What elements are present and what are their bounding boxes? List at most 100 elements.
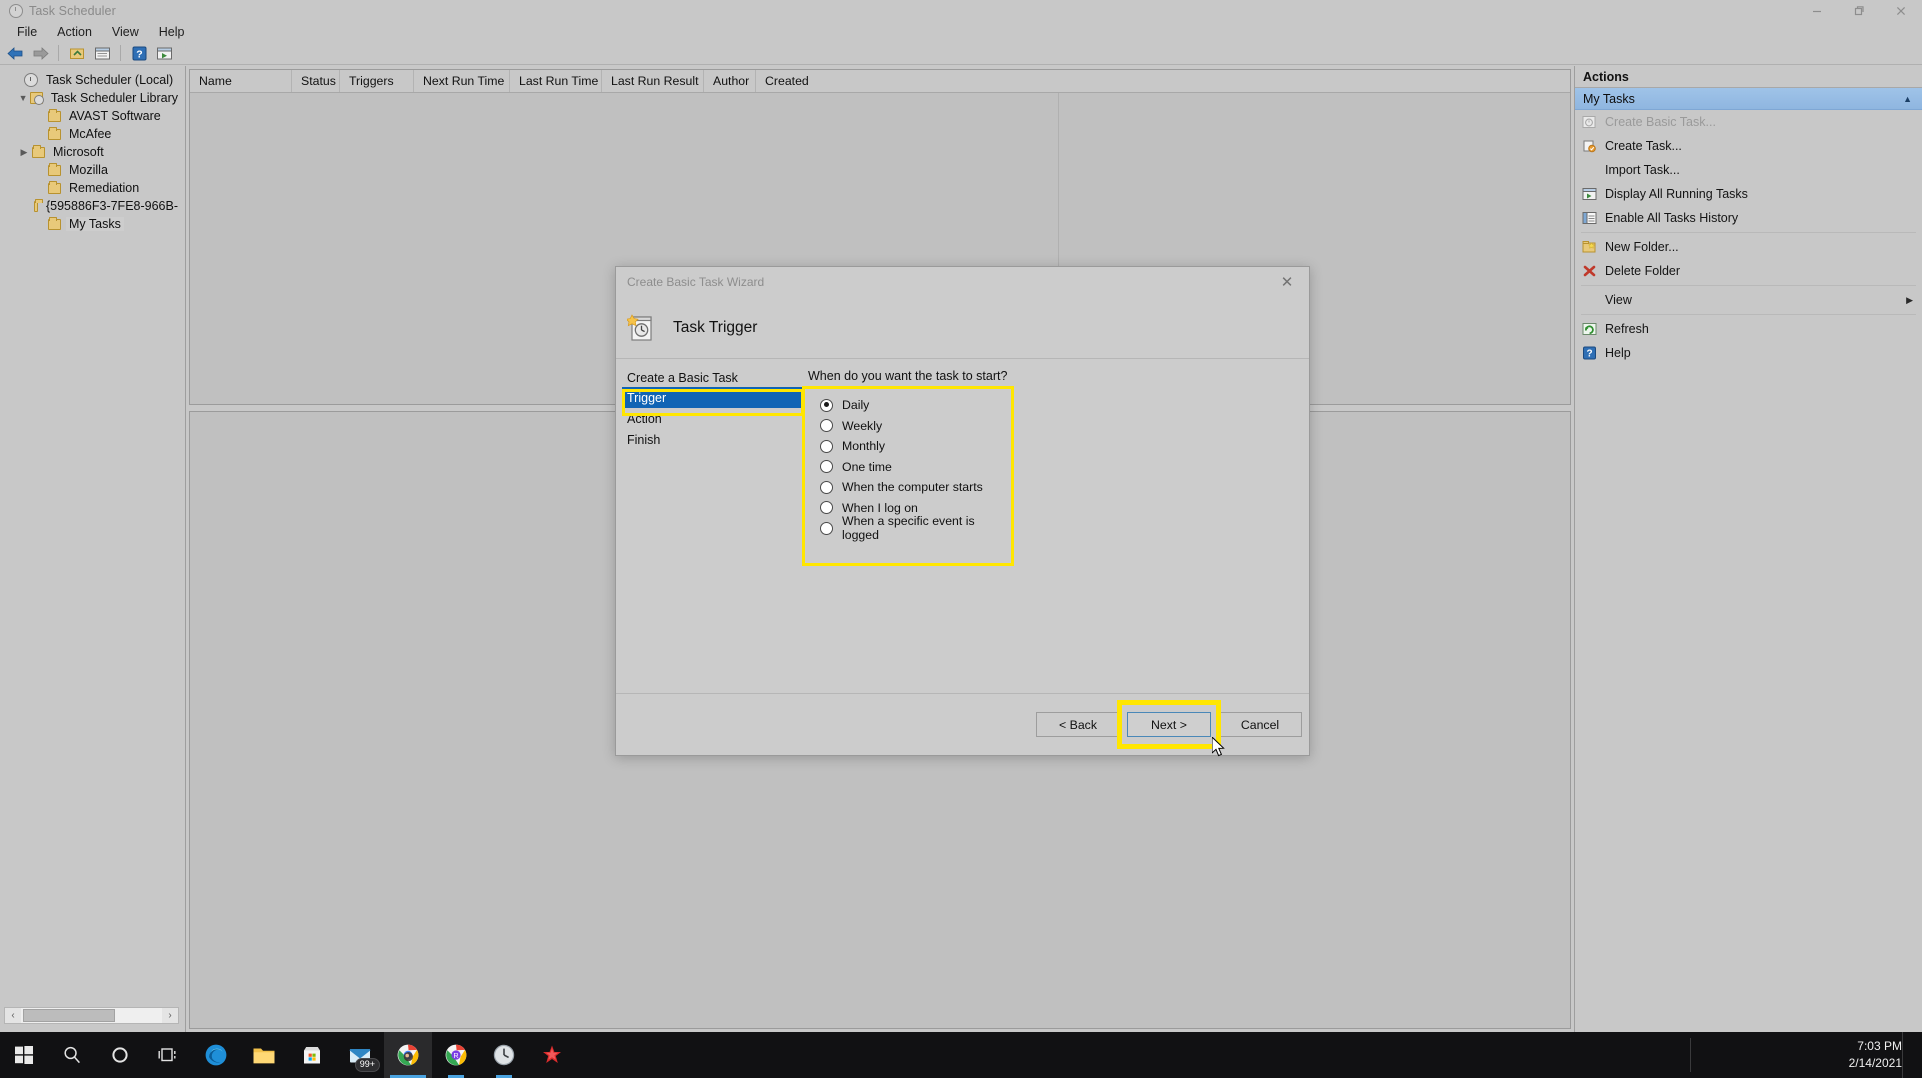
microsoft-store-button[interactable] [288, 1032, 336, 1078]
chevron-down-icon[interactable]: ▼ [16, 93, 30, 103]
action-display-all-running-tasks[interactable]: Display All Running Tasks [1575, 182, 1922, 206]
wizard-step-finish[interactable]: Finish [622, 429, 804, 450]
actions-pane-title: Actions [1575, 66, 1922, 88]
tree-item-microsoft[interactable]: ▶ Microsoft [4, 143, 181, 161]
action-create-basic-task[interactable]: Create Basic Task... [1575, 110, 1922, 134]
action-import-task[interactable]: Import Task... [1575, 158, 1922, 182]
radio-option-when-the-computer-starts[interactable]: When the computer starts [802, 477, 1014, 498]
properties-icon[interactable] [91, 43, 113, 63]
column-header-last-run-result[interactable]: Last Run Result [602, 70, 704, 92]
avast-button[interactable] [528, 1032, 576, 1078]
menu-file[interactable]: File [8, 24, 46, 41]
action-refresh[interactable]: Refresh [1575, 317, 1922, 341]
chevron-right-icon[interactable]: ▶ [1906, 295, 1913, 306]
window-title: Task Scheduler [29, 4, 116, 18]
actions-separator [1581, 314, 1916, 315]
tree-item-label: AVAST Software [69, 109, 161, 123]
action-enable-all-tasks-history[interactable]: Enable All Tasks History [1575, 206, 1922, 230]
mouse-cursor-icon [1211, 735, 1227, 759]
console-tree-pane: Task Scheduler (Local) ▼ Task Scheduler … [0, 66, 186, 1032]
folder-up-icon[interactable] [66, 43, 88, 63]
toolbar-separator [58, 45, 59, 61]
running-tasks-icon[interactable] [153, 43, 175, 63]
tree-item-task-scheduler-library[interactable]: ▼ Task Scheduler Library [4, 89, 181, 107]
menu-action[interactable]: Action [48, 24, 101, 41]
column-header-created[interactable]: Created [756, 70, 1056, 92]
tree-item-mcafee[interactable]: McAfee [4, 125, 181, 143]
tree-item-my-tasks[interactable]: My Tasks [4, 215, 181, 233]
svg-text:R: R [453, 1053, 458, 1060]
start-button[interactable] [0, 1032, 48, 1078]
radio-button-icon[interactable] [820, 439, 833, 453]
tree-horizontal-scrollbar[interactable]: ‹ › [4, 1007, 179, 1024]
tree-item-remediation[interactable]: Remediation [4, 179, 181, 197]
mail-button[interactable]: 99+ [336, 1032, 384, 1078]
radio-option-daily[interactable]: Daily [802, 395, 1014, 416]
column-header-triggers[interactable]: Triggers [340, 70, 414, 92]
radio-button-icon[interactable] [820, 419, 833, 433]
taskbar-clock[interactable]: 7:03 PM 2/14/2021 [1849, 1038, 1902, 1073]
menu-help[interactable]: Help [150, 24, 194, 41]
radio-button-icon[interactable] [820, 521, 833, 535]
close-button[interactable] [1880, 0, 1922, 22]
radio-button-icon[interactable] [820, 501, 833, 515]
show-desktop-button[interactable] [1902, 1032, 1909, 1078]
wizard-step-trigger[interactable]: Trigger [622, 387, 804, 408]
radio-button-icon[interactable] [820, 398, 833, 412]
radio-button-icon[interactable] [820, 460, 833, 474]
tree-item-avast-software[interactable]: AVAST Software [4, 107, 181, 125]
edge-button[interactable] [192, 1032, 240, 1078]
action-create-task[interactable]: Create Task... [1575, 134, 1922, 158]
search-button[interactable] [48, 1032, 96, 1078]
tree-item-task-scheduler-local[interactable]: Task Scheduler (Local) [4, 71, 181, 89]
tree-item-guid-folder[interactable]: {595886F3-7FE8-966B- [4, 197, 181, 215]
chrome-beta-button[interactable]: R [432, 1032, 480, 1078]
scroll-left-arrow-icon[interactable]: ‹ [5, 1008, 21, 1023]
chevron-up-icon[interactable]: ▲ [1903, 94, 1912, 104]
file-explorer-button[interactable] [240, 1032, 288, 1078]
scroll-right-arrow-icon[interactable]: › [162, 1008, 178, 1023]
svg-text:?: ? [136, 48, 142, 60]
help-icon[interactable]: ? [128, 43, 150, 63]
chevron-right-icon[interactable]: ▶ [16, 147, 32, 158]
wizard-step-create-a-basic-task[interactable]: Create a Basic Task [622, 369, 804, 387]
wizard-step-action[interactable]: Action [622, 408, 804, 429]
dialog-close-button[interactable]: ✕ [1265, 267, 1309, 297]
cancel-button[interactable]: Cancel [1218, 712, 1302, 737]
tree-item-label: Remediation [69, 181, 140, 195]
task-list-header: Name Status Triggers Next Run Time Last … [190, 70, 1570, 93]
scrollbar-thumb[interactable] [23, 1009, 115, 1022]
menu-view[interactable]: View [103, 24, 148, 41]
radio-option-weekly[interactable]: Weekly [802, 416, 1014, 437]
column-header-last-run-time[interactable]: Last Run Time [510, 70, 602, 92]
radio-option-when-a-specific-event-is-logged[interactable]: When a specific event is logged [802, 514, 1014, 542]
arrow-right-icon[interactable] [29, 43, 51, 63]
radio-label: When I log on [842, 500, 918, 515]
arrow-left-icon[interactable] [4, 43, 26, 63]
window-titlebar: Task Scheduler [0, 0, 1922, 22]
column-header-name[interactable]: Name [190, 70, 292, 92]
cortana-button[interactable] [96, 1032, 144, 1078]
next-button[interactable]: Next > [1127, 712, 1211, 737]
actions-group-my-tasks[interactable]: My Tasks ▲ [1575, 88, 1922, 110]
running-tasks-icon [1581, 186, 1598, 202]
action-new-folder[interactable]: New Folder... [1575, 235, 1922, 259]
column-header-next-run-time[interactable]: Next Run Time [414, 70, 510, 92]
chrome-button[interactable] [384, 1032, 432, 1078]
radio-button-icon[interactable] [820, 480, 833, 494]
minimize-button[interactable] [1796, 0, 1838, 22]
tree-item-mozilla[interactable]: Mozilla [4, 161, 181, 179]
action-label: New Folder... [1605, 240, 1679, 254]
clock-icon [24, 73, 38, 87]
action-view[interactable]: View ▶ [1575, 288, 1922, 312]
task-scheduler-button[interactable] [480, 1032, 528, 1078]
column-header-author[interactable]: Author [704, 70, 756, 92]
restore-button[interactable] [1838, 0, 1880, 22]
back-button[interactable]: < Back [1036, 712, 1120, 737]
action-help[interactable]: ? Help [1575, 341, 1922, 365]
task-view-button[interactable] [144, 1032, 192, 1078]
action-delete-folder[interactable]: Delete Folder [1575, 259, 1922, 283]
column-header-status[interactable]: Status [292, 70, 340, 92]
radio-option-one-time[interactable]: One time [802, 457, 1014, 478]
radio-option-monthly[interactable]: Monthly [802, 436, 1014, 457]
